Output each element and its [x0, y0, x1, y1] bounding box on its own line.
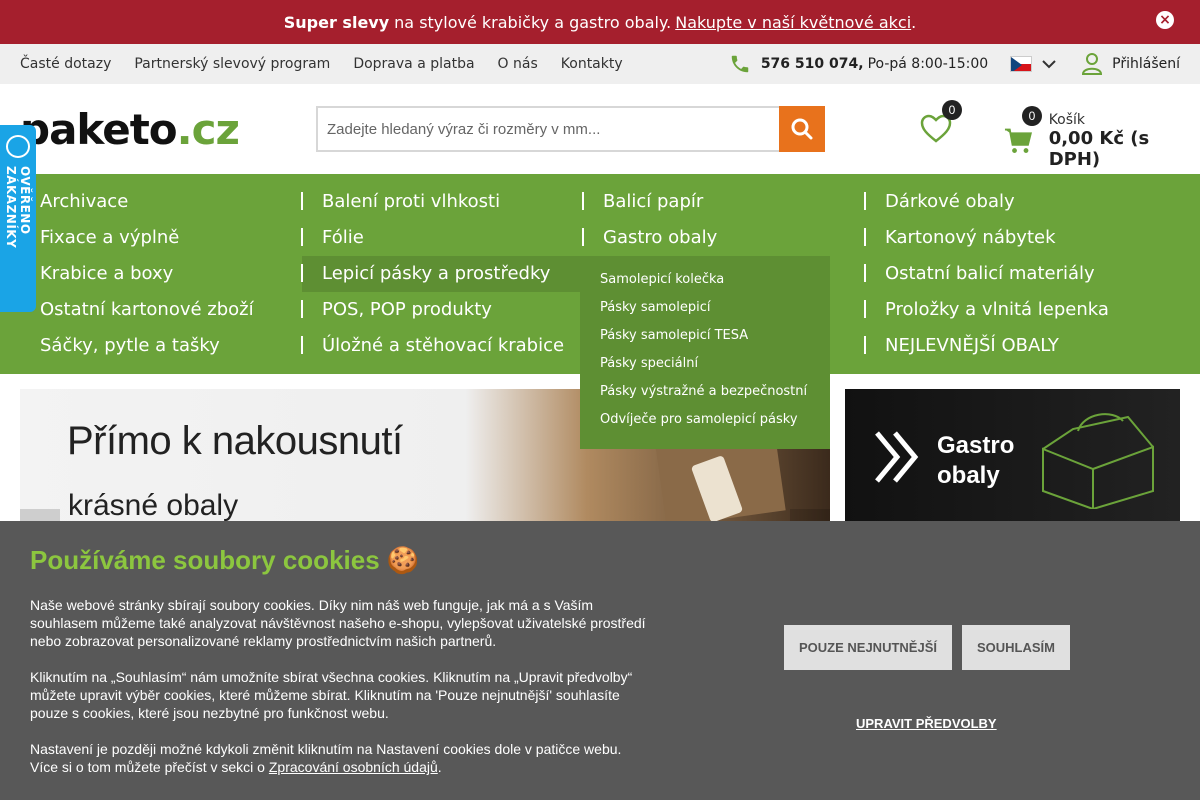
category-item[interactable]: Dárkové obaly [865, 184, 1165, 220]
food-box-icon [1042, 413, 1154, 509]
cookie-banner: Používáme soubory cookies 🍪 Naše webové … [0, 521, 1200, 800]
submenu-item[interactable]: Odvíječe pro samolepicí pásky [580, 406, 830, 434]
wishlist-count: 0 [942, 100, 962, 120]
hero-title: Přímo k nakousnutí [67, 419, 403, 463]
category-item[interactable]: Proložky a vlnitá lepenka [865, 292, 1165, 328]
tape-submenu: Samolepicí kolečka Pásky samolepicí Pásk… [580, 256, 830, 449]
category-separator [301, 192, 303, 210]
phone-number[interactable]: 576 510 074, [761, 56, 864, 72]
czech-flag-icon[interactable] [1010, 56, 1033, 72]
gastro-title: Gastro obaly [937, 431, 1014, 491]
category-separator [864, 228, 866, 246]
category-item[interactable]: Krabice a boxy [20, 256, 300, 292]
category-item[interactable]: Gastro obaly [583, 220, 861, 256]
cookie-p3-end: . [437, 759, 442, 775]
cookie-title: Používáme soubory cookies 🍪 [30, 545, 420, 575]
toplink-partner[interactable]: Partnerský slevový program [134, 56, 330, 72]
accept-button[interactable]: SOUHLASÍM [962, 625, 1070, 670]
wishlist-button[interactable]: 0 [920, 100, 962, 148]
category-item[interactable]: Kartonový nábytek [865, 220, 1165, 256]
promo-text: na stylové krabičky a gastro obaly. [394, 12, 672, 32]
hero-subtitle: krásné obaly [68, 489, 239, 522]
category-separator [864, 192, 866, 210]
phone-info: 576 510 074, Po-pá 8:00-15:00 [729, 53, 988, 75]
category-separator [301, 264, 303, 282]
category-separator [582, 192, 584, 210]
phone-hours: Po-pá 8:00-15:00 [867, 56, 989, 72]
category-separator [301, 300, 303, 318]
promo-after: . [911, 12, 917, 32]
submenu-item[interactable]: Pásky speciální [580, 350, 830, 378]
cart-count: 0 [1022, 106, 1042, 126]
category-column-2: Balení proti vlhkosti Fólie Lepicí pásky… [302, 184, 580, 364]
cart-icon [1004, 128, 1032, 153]
privacy-link[interactable]: Zpracování osobních údajů [269, 759, 438, 775]
verified-seal-icon [6, 135, 30, 158]
cart-button[interactable]: 0 Košík 0,00 Kč (s DPH) [1004, 106, 1200, 170]
edit-preferences-link[interactable]: UPRAVIT PŘEDVOLBY [856, 716, 997, 731]
top-links: Časté dotazy Partnerský slevový program … [20, 56, 623, 72]
toplink-about[interactable]: O nás [498, 56, 538, 72]
category-item[interactable]: Fólie [302, 220, 580, 256]
category-item[interactable]: Fixace a výplně [20, 220, 300, 256]
submenu-item[interactable]: Pásky samolepicí [580, 294, 830, 322]
category-separator [301, 336, 303, 354]
category-item[interactable]: Sáčky, pytle a tašky [20, 328, 300, 364]
close-icon[interactable]: × [1156, 11, 1174, 29]
logo-tld: .cz [176, 104, 240, 154]
promo-link[interactable]: Nakupte v naší květnové akci [675, 13, 911, 32]
category-item[interactable]: NEJLEVNĚJŠÍ OBALY [865, 328, 1165, 364]
search-input[interactable] [316, 106, 779, 152]
category-item[interactable]: POS, POP produkty [302, 292, 580, 328]
necessary-only-button[interactable]: POUZE NEJNUTNĚJŠÍ [784, 625, 952, 670]
user-icon [1082, 53, 1103, 75]
category-item[interactable]: Balicí papír [583, 184, 861, 220]
category-item[interactable]: Ostatní kartonové zboží [20, 292, 300, 328]
category-column-3: Balicí papír Gastro obaly [583, 184, 861, 256]
cart-price: 0,00 Kč (s DPH) [1048, 128, 1150, 170]
promo-bar: Super slevy na stylové krabičky a gastro… [0, 0, 1200, 44]
login-button[interactable]: Přihlášení [1082, 53, 1180, 75]
category-separator [301, 228, 303, 246]
gastro-banner[interactable]: Gastro obaly [845, 389, 1180, 524]
header: paketo.cz 0 0 Košík 0,00 Kč (s DPH) [0, 84, 1200, 174]
submenu-item[interactable]: Pásky samolepicí TESA [580, 322, 830, 350]
category-item[interactable]: Archivace [20, 184, 300, 220]
cookie-paragraph-2: Kliknutím na „Souhlasím“ nám umožníte sb… [30, 669, 633, 721]
submenu-item[interactable]: Samolepicí kolečka [580, 266, 830, 294]
login-label: Přihlášení [1112, 56, 1180, 72]
logo[interactable]: paketo.cz [20, 105, 316, 154]
submenu-item[interactable]: Pásky výstražné a bezpečnostní [580, 378, 830, 406]
category-separator [864, 300, 866, 318]
phone-icon [731, 55, 749, 73]
category-column-1: Archivace Fixace a výplně Krabice a boxy… [20, 184, 300, 364]
search-icon [791, 118, 813, 140]
cart-label: Košík [1048, 112, 1086, 128]
double-chevron-icon [875, 431, 919, 483]
cookie-paragraph-1: Naše webové stránky sbírají soubory cook… [30, 597, 646, 649]
logo-main: paketo [20, 104, 178, 154]
toplink-contacts[interactable]: Kontakty [561, 56, 623, 72]
search-button[interactable] [779, 106, 825, 152]
chevron-down-icon[interactable] [1042, 59, 1056, 69]
verified-customers-badge[interactable]: OVĚŘENO ZÁKAZNÍKY [0, 125, 36, 312]
category-item[interactable]: Ostatní balicí materiály [865, 256, 1165, 292]
category-item-active[interactable]: Lepicí pásky a prostředky [302, 256, 580, 292]
toplink-shipping[interactable]: Doprava a platba [353, 56, 474, 72]
category-separator [864, 336, 866, 354]
verified-label: OVĚŘENO ZÁKAZNÍKY [4, 165, 32, 249]
topnav-right: 576 510 074, Po-pá 8:00-15:00 Přihlášení [729, 53, 1180, 75]
category-item[interactable]: Úložné a stěhovací krabice [302, 328, 580, 364]
gastro-line2: obaly [937, 462, 1000, 489]
cookie-paragraph-3: Nastavení je později možné kdykoli změni… [30, 740, 650, 776]
search-bar [316, 106, 825, 152]
toplink-faq[interactable]: Časté dotazy [20, 56, 111, 72]
promo-bold: Super slevy [283, 12, 390, 32]
category-column-4: Dárkové obaly Kartonový nábytek Ostatní … [865, 184, 1165, 364]
category-separator [864, 264, 866, 282]
gastro-line1: Gastro [937, 432, 1015, 459]
category-item[interactable]: Balení proti vlhkosti [302, 184, 580, 220]
top-navigation: Časté dotazy Partnerský slevový program … [0, 44, 1200, 84]
category-separator [582, 228, 584, 246]
